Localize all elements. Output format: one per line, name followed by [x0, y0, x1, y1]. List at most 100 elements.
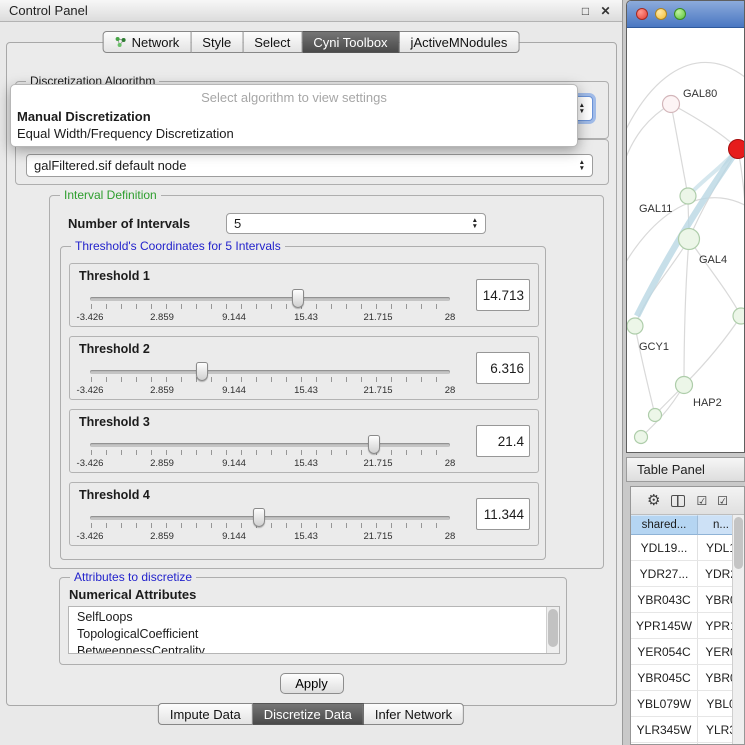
- checkbox-icon[interactable]: ☑: [717, 495, 727, 507]
- table-cell[interactable]: YBR045C: [631, 665, 698, 690]
- node-selected-red[interactable]: [729, 140, 745, 159]
- dropdown-placeholder-option[interactable]: Select algorithm to view settings: [11, 88, 577, 108]
- threshold-label: Threshold 4: [79, 488, 150, 502]
- slider-thumb[interactable]: [368, 435, 380, 454]
- minimize-traffic-light-icon[interactable]: [655, 8, 667, 20]
- stepper-icon: ▲▼: [579, 160, 585, 171]
- node-gcy1[interactable]: [627, 318, 643, 334]
- network-window-titlebar: [627, 1, 744, 28]
- table-row[interactable]: YBR043CYBR0: [631, 587, 744, 613]
- threshold-slider[interactable]: [90, 507, 450, 533]
- slider-scale: -3.4262.8599.14415.4321.71528: [90, 312, 450, 323]
- group-label: Interval Definition: [60, 188, 161, 202]
- column-header-shared-name[interactable]: shared...: [631, 515, 698, 535]
- scrollbar-thumb[interactable]: [548, 609, 558, 647]
- table-cell[interactable]: YLR345W: [631, 717, 698, 742]
- threshold-value-field[interactable]: 14.713: [476, 279, 530, 311]
- node-label: GAL4: [699, 254, 727, 266]
- tab-select[interactable]: Select: [243, 31, 302, 53]
- threshold-value-field[interactable]: 21.4: [476, 425, 530, 457]
- close-traffic-light-icon[interactable]: [636, 8, 648, 20]
- network-nodes[interactable]: [627, 96, 745, 444]
- table-row[interactable]: YDR27...YDR2: [631, 561, 744, 587]
- scale-label: 9.144: [222, 312, 246, 323]
- dropdown-option-equal-width[interactable]: Equal Width/Frequency Discretization: [11, 125, 577, 142]
- stepper-icon: ▲▼: [472, 218, 478, 229]
- list-scrollbar[interactable]: [546, 607, 559, 653]
- node[interactable]: [733, 308, 745, 324]
- table-cell[interactable]: YDL19...: [631, 535, 698, 560]
- slider-thumb[interactable]: [292, 289, 304, 308]
- tab-discretize-data[interactable]: Discretize Data: [253, 703, 364, 725]
- table-row[interactable]: YBR045CYBR0: [631, 665, 744, 691]
- tab-impute-data[interactable]: Impute Data: [158, 703, 253, 725]
- numerical-attributes-list[interactable]: SelfLoopsTopologicalCoefficientBetweenne…: [68, 606, 560, 654]
- column-chooser-icon[interactable]: [671, 495, 685, 507]
- node-gal4[interactable]: [679, 229, 700, 250]
- apply-button[interactable]: Apply: [280, 673, 344, 694]
- tab-infer-network[interactable]: Infer Network: [364, 703, 464, 725]
- scale-label: -3.426: [77, 385, 104, 396]
- table-row[interactable]: YLR345WYLR3: [631, 717, 744, 743]
- scale-label: 2.859: [150, 458, 174, 469]
- threshold-slider[interactable]: [90, 361, 450, 387]
- scale-label: -3.426: [77, 531, 104, 542]
- window-title: Control Panel: [9, 3, 88, 18]
- threshold-value-field[interactable]: 11.344: [476, 498, 530, 530]
- node[interactable]: [649, 409, 662, 422]
- scale-label: 21.715: [363, 312, 392, 323]
- checkbox-icon[interactable]: ☑: [696, 495, 706, 507]
- table-row[interactable]: YER054CYER0: [631, 639, 744, 665]
- threshold-slider[interactable]: [90, 434, 450, 460]
- table-body: YDL19...YDL1YDR27...YDR2YBR043CYBR0YPR14…: [631, 535, 744, 745]
- table-cell[interactable]: YPR145W: [631, 613, 698, 638]
- tab-cyni-toolbox[interactable]: Cyni Toolbox: [302, 31, 399, 53]
- group-label: Attributes to discretize: [70, 570, 196, 584]
- scrollbar-thumb[interactable]: [734, 517, 743, 569]
- scale-label: 21.715: [363, 531, 392, 542]
- table-row[interactable]: YPR145WYPR1: [631, 613, 744, 639]
- scale-label: 15.43: [294, 458, 318, 469]
- tab-network[interactable]: Network: [103, 31, 192, 53]
- table-cell[interactable]: YBR043C: [631, 587, 698, 612]
- tab-style[interactable]: Style: [191, 31, 243, 53]
- slider-ticks: [91, 304, 450, 309]
- table-data-combobox[interactable]: galFiltered.sif default node ▲▼: [26, 154, 593, 177]
- network-canvas[interactable]: GAL80 GAL11 GAL4 GCY1 HAP2: [627, 28, 745, 453]
- node-hap2[interactable]: [676, 377, 693, 394]
- slider-scale: -3.4262.8599.14415.4321.71528: [90, 458, 450, 469]
- scale-label: 28: [445, 531, 456, 542]
- node-label: GCY1: [639, 341, 669, 353]
- node[interactable]: [635, 431, 648, 444]
- close-window-icon[interactable]: ✕: [598, 4, 613, 18]
- attribute-item[interactable]: BetweennessCentrality: [77, 643, 559, 654]
- slider-track[interactable]: [90, 443, 450, 447]
- zoom-traffic-light-icon[interactable]: [674, 8, 686, 20]
- slider-thumb[interactable]: [196, 362, 208, 381]
- node-gal80[interactable]: [663, 96, 680, 113]
- attribute-item[interactable]: SelfLoops: [77, 609, 559, 626]
- table-row[interactable]: YBL079WYBL0: [631, 691, 744, 717]
- table-cell[interactable]: YDR27...: [631, 561, 698, 586]
- slider-track[interactable]: [90, 370, 450, 374]
- gear-icon[interactable]: ⚙: [647, 493, 660, 508]
- table-cell[interactable]: YER054C: [631, 639, 698, 664]
- node-gal11[interactable]: [680, 188, 696, 204]
- tab-jactivemnodules[interactable]: jActiveMNodules: [400, 31, 520, 53]
- dropdown-option-manual-discretization[interactable]: Manual Discretization: [11, 108, 577, 125]
- slider-thumb[interactable]: [253, 508, 265, 527]
- number-of-intervals-combobox[interactable]: 5 ▲▼: [226, 213, 486, 234]
- attribute-item[interactable]: TopologicalCoefficient: [77, 626, 559, 643]
- slider-track[interactable]: [90, 297, 450, 301]
- threshold-slider[interactable]: [90, 288, 450, 314]
- threshold-row: Threshold 1 -3.4262.8599.14415.4321.7152…: [69, 263, 539, 327]
- table-scrollbar[interactable]: [732, 515, 744, 744]
- float-window-icon[interactable]: □: [578, 4, 593, 18]
- threshold-value-field[interactable]: 6.316: [476, 352, 530, 384]
- numerical-attributes-label: Numerical Attributes: [69, 587, 196, 602]
- slider-scale: -3.4262.8599.14415.4321.71528: [90, 531, 450, 542]
- scale-label: 28: [445, 385, 456, 396]
- slider-track[interactable]: [90, 516, 450, 520]
- table-row[interactable]: YDL19...YDL1: [631, 535, 744, 561]
- table-cell[interactable]: YBL079W: [631, 691, 698, 716]
